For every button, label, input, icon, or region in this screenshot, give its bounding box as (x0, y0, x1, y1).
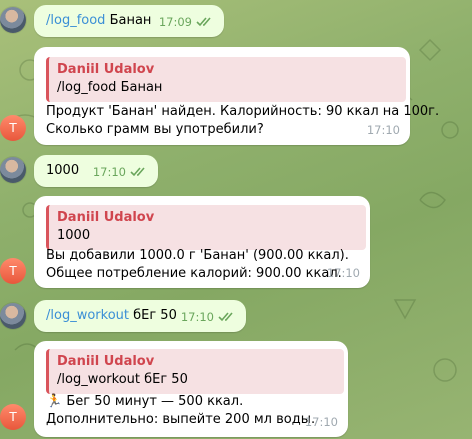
read-checkmarks-icon (218, 312, 233, 322)
message-bubble-outgoing[interactable]: 1000 17:10 (34, 155, 158, 187)
message-meta: 17:10 (93, 163, 148, 181)
user-avatar[interactable] (0, 303, 26, 329)
message-time: 17:10 (366, 123, 400, 137)
message-text: /log_workout бЕг 50 (46, 308, 177, 323)
message-time: 17:10 (92, 165, 126, 179)
command-link[interactable]: /log_food (46, 13, 105, 28)
command-link[interactable]: /log_workout (46, 308, 129, 323)
message-time: 17:10 (180, 310, 214, 324)
reply-quote[interactable]: Daniil Udalov 1000 (46, 205, 366, 250)
message-bubble-incoming[interactable]: Daniil Udalov /log_food Банан Продукт 'Б… (34, 47, 439, 145)
reply-quote[interactable]: Daniil Udalov /log_workout бЕг 50 (46, 349, 344, 394)
message-time: 17:10 (304, 415, 338, 429)
reply-author: Daniil Udalov (57, 354, 155, 369)
bot-avatar[interactable]: T (0, 115, 26, 141)
message-text: Вы добавили 1000.0 г 'Банан' (900.00 кка… (46, 248, 349, 281)
message-text: 1000 (46, 163, 80, 178)
reply-text: 1000 (57, 228, 91, 243)
message-bubble-outgoing[interactable]: /log_workout бЕг 50 17:10 (34, 300, 246, 332)
message-text: 🏃 Бег 50 минут — 500 ккал. Дополнительно… (46, 394, 316, 427)
bot-avatar[interactable]: T (0, 404, 26, 430)
message-bubble-incoming[interactable]: Daniil Udalov /log_workout бЕг 50 🏃 Бег … (34, 341, 348, 437)
message-bubble-outgoing[interactable]: /log_food Банан 17:09 (34, 5, 224, 37)
reply-author: Daniil Udalov (57, 210, 155, 225)
message-text: /log_food Банан (46, 13, 152, 28)
running-emoji-icon: 🏃 (46, 394, 63, 409)
message-meta: 17:10 (181, 308, 236, 326)
user-avatar[interactable] (0, 7, 26, 33)
reply-text: /log_workout бЕг 50 (57, 372, 188, 387)
read-checkmarks-icon (130, 167, 145, 177)
message-bubble-incoming[interactable]: Daniil Udalov 1000 Вы добавили 1000.0 г … (34, 196, 370, 288)
reply-quote[interactable]: Daniil Udalov /log_food Банан (46, 57, 406, 102)
bot-avatar[interactable]: T (0, 258, 26, 284)
message-time: 17:09 (158, 15, 192, 29)
user-avatar[interactable] (0, 157, 26, 183)
message-meta: 17:09 (159, 13, 214, 31)
reply-text: /log_food Банан (57, 80, 163, 95)
message-time: 17:10 (326, 266, 360, 280)
read-checkmarks-icon (196, 17, 211, 27)
reply-author: Daniil Udalov (57, 62, 155, 77)
